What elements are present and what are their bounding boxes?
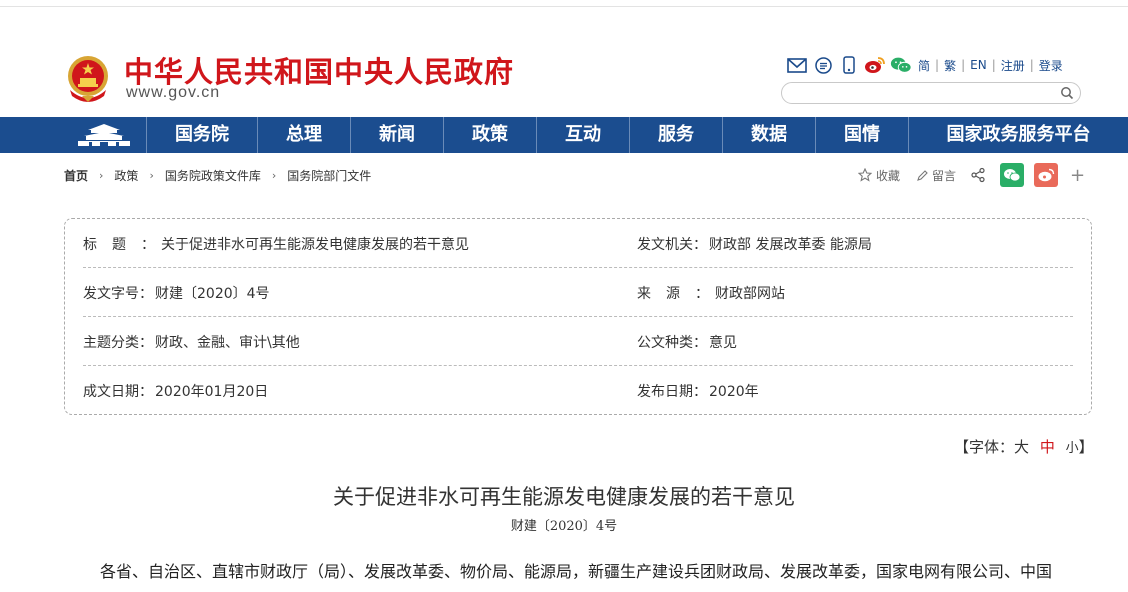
date-cell: 成文日期： 2020年01月20日 [83,381,268,401]
publish-date-cell: 发布日期： 2020年 [637,381,759,401]
lang-english[interactable]: EN [970,58,987,72]
nav-item-services[interactable]: 服务 [629,117,722,153]
mobile-icon[interactable] [838,55,860,75]
nav-item-policy[interactable]: 政策 [443,117,536,153]
info-row: 标题： 关于促进非水可再生能源发电健康发展的若干意见 发文机关： 财政部 发展改革委… [83,219,1073,268]
favorite-button[interactable]: 收藏 [858,167,900,184]
date-label: 成文日期： [83,384,153,400]
top-toolbar: 简 | 繁 | EN | 注册 | 登录 [786,54,1063,76]
more-share-button[interactable]: + [1070,165,1085,186]
top-divider [0,6,1128,7]
wechat-icon [1004,169,1021,182]
share-toolbar: 收藏 留言 + [858,163,1085,187]
topic-label: 主题分类： [83,335,153,351]
info-row: 发文字号： 财建〔2020〕4号 来源： 财政部网站 [83,268,1073,317]
info-row: 主题分类： 财政、金融、审计\其他 公文种类： 意见 [83,317,1073,366]
font-ctrl-suffix: 】 [1078,438,1094,456]
topic-cell: 主题分类： 财政、金融、审计\其他 [83,332,300,352]
font-ctrl-prefix: 【字体： [954,438,1015,456]
date-value: 2020年01月20日 [155,384,269,400]
separator: | [991,58,996,72]
doc-type-label: 公文种类： [637,335,707,351]
share-button[interactable] [970,167,986,183]
pencil-icon [917,169,928,181]
doc-type-cell: 公文种类： 意见 [637,332,737,352]
mail-icon[interactable] [786,55,808,75]
main-nav: 国务院 总理 新闻 政策 互动 服务 数据 国情 国家政务服务平台 [0,117,1128,153]
national-emblem-icon[interactable] [64,54,112,104]
share-weibo-button[interactable] [1034,163,1059,187]
login-link[interactable]: 登录 [1039,57,1063,74]
chevron-right-icon: › [99,169,104,182]
doc-number-cell: 发文字号： 财建〔2020〕4号 [83,283,270,303]
separator: | [961,58,966,72]
article-doc-number: 财建〔2020〕4号 [510,519,618,534]
title-label: 标题： [83,237,155,253]
font-medium-button[interactable]: 中 [1040,438,1055,456]
publish-date-label: 发布日期： [637,384,707,400]
issuer-cell: 发文机关： 财政部 发展改革委 能源局 [637,234,872,254]
star-icon [858,168,872,182]
issuer-label: 发文机关： [637,237,707,253]
favorite-label: 收藏 [876,168,901,183]
nav-item-premier[interactable]: 总理 [257,117,350,153]
register-link[interactable]: 注册 [1001,57,1025,74]
home-nav-button[interactable] [62,117,146,153]
source-cell: 来源： 财政部网站 [637,283,785,303]
doc-type-value: 意见 [709,335,737,351]
comment-label: 留言 [932,168,957,183]
breadcrumb: 首页 › 政策 › 国务院政策文件库 › 国务院部门文件 [64,167,371,184]
nav-item-data[interactable]: 数据 [722,117,815,153]
issuer-value: 财政部 发展改革委 能源局 [709,237,872,253]
site-url[interactable]: www.gov.cn [126,84,220,102]
source-label: 来源： [637,286,709,302]
tiananmen-icon [78,124,130,146]
chevron-right-icon: › [271,169,277,182]
document-info-box: 标题： 关于促进非水可再生能源发电健康发展的若干意见 发文机关： 财政部 发展改革委… [64,218,1092,415]
source-value: 财政部网站 [715,286,785,302]
publish-date-value: 2020年 [709,384,759,400]
chevron-right-icon: › [149,169,154,182]
nav-item-interaction[interactable]: 互动 [536,117,629,153]
title-cell: 标题： 关于促进非水可再生能源发电健康发展的若干意见 [83,234,469,254]
nav-item-gov-service-platform[interactable]: 国家政务服务平台 [908,117,1128,153]
search-icon[interactable] [1060,86,1074,100]
search-input[interactable] [781,82,1081,104]
separator: | [935,58,940,72]
comment-button[interactable]: 留言 [916,167,956,184]
title-value: 关于促进非水可再生能源发电健康发展的若干意见 [161,237,469,253]
language-links: 简 | 繁 | EN | 注册 | 登录 [918,57,1063,74]
article-title: 关于促进非水可再生能源发电健康发展的若干意见 [333,485,795,509]
font-size-control: 【字体：大 中 小】 [954,436,1094,457]
article-body-paragraph: 各省、自治区、直辖市财政厅（局）、发展改革委、物价局、能源局，新疆生产建设兵团财… [100,562,1053,581]
font-small-button[interactable]: 小 [1066,441,1079,456]
doc-number-value: 财建〔2020〕4号 [155,286,270,302]
nav-item-news[interactable]: 新闻 [350,117,443,153]
share-wechat-button[interactable] [1000,163,1025,187]
share-icon [971,167,985,183]
lang-simplified[interactable]: 简 [918,57,930,74]
wechat-icon[interactable] [890,55,912,75]
doc-number-label: 发文字号： [83,286,153,302]
breadcrumb-department-docs[interactable]: 国务院部门文件 [287,167,371,184]
lang-traditional[interactable]: 繁 [944,57,956,74]
message-icon[interactable] [812,55,834,75]
nav-item-national-info[interactable]: 国情 [815,117,908,153]
separator: | [1029,58,1034,72]
topic-value: 财政、金融、审计\其他 [155,335,300,351]
breadcrumb-policy[interactable]: 政策 [114,167,138,184]
font-large-button[interactable]: 大 [1014,438,1029,456]
info-row: 成文日期： 2020年01月20日 发布日期： 2020年 [83,366,1073,415]
breadcrumb-policy-library[interactable]: 国务院政策文件库 [165,167,261,184]
breadcrumb-home[interactable]: 首页 [64,167,88,184]
nav-item-state-council[interactable]: 国务院 [146,117,257,153]
weibo-icon [1038,168,1055,182]
weibo-icon[interactable] [864,55,886,75]
